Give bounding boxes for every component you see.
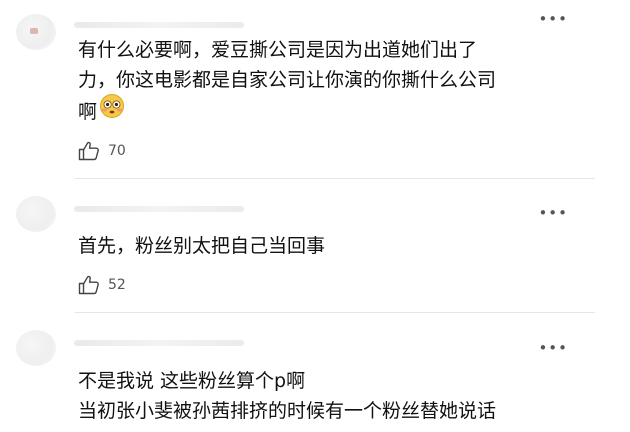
username-blurred[interactable] bbox=[74, 22, 244, 28]
like-count: 52 bbox=[108, 277, 126, 293]
comment-line: 力，你这电影都是自家公司让你演的你撕什么公司 bbox=[78, 69, 497, 91]
avatar[interactable] bbox=[16, 196, 56, 232]
thumbs-up-icon bbox=[78, 141, 100, 161]
like-count: 70 bbox=[108, 143, 126, 159]
comment-text: 有什么必要啊，爱豆撕公司是因为出道她们出了 力，你这电影都是自家公司让你演的你撕… bbox=[78, 35, 496, 130]
comment-line: 啊 bbox=[78, 101, 98, 123]
username-blurred[interactable] bbox=[74, 206, 244, 212]
comment-text: 首先，粉丝别太把自己当回事 bbox=[78, 231, 325, 261]
username-blurred[interactable] bbox=[74, 340, 244, 346]
flushed-face-icon bbox=[99, 93, 125, 128]
divider bbox=[75, 178, 595, 179]
avatar[interactable] bbox=[16, 14, 56, 50]
like-button[interactable]: 70 bbox=[78, 141, 126, 161]
like-button[interactable]: 52 bbox=[78, 275, 126, 295]
more-options-button[interactable]: ••• bbox=[538, 206, 568, 221]
comment-line: 不是我说 这些粉丝算个p啊 bbox=[78, 370, 306, 392]
avatar[interactable] bbox=[16, 330, 56, 366]
comment-text: 不是我说 这些粉丝算个p啊 当初张小斐被孙茜排挤的时候有一个粉丝替她说话 bbox=[78, 366, 496, 426]
avatar-badge bbox=[30, 28, 38, 34]
comment-line: 当初张小斐被孙茜排挤的时候有一个粉丝替她说话 bbox=[78, 400, 497, 422]
thumbs-up-icon bbox=[78, 275, 100, 295]
more-options-button[interactable]: ••• bbox=[538, 341, 568, 356]
divider bbox=[75, 312, 595, 313]
comment-line: 首先，粉丝别太把自己当回事 bbox=[78, 235, 326, 257]
comment-line: 有什么必要啊，爱豆撕公司是因为出道她们出了 bbox=[78, 39, 478, 61]
more-options-button[interactable]: ••• bbox=[538, 12, 568, 27]
